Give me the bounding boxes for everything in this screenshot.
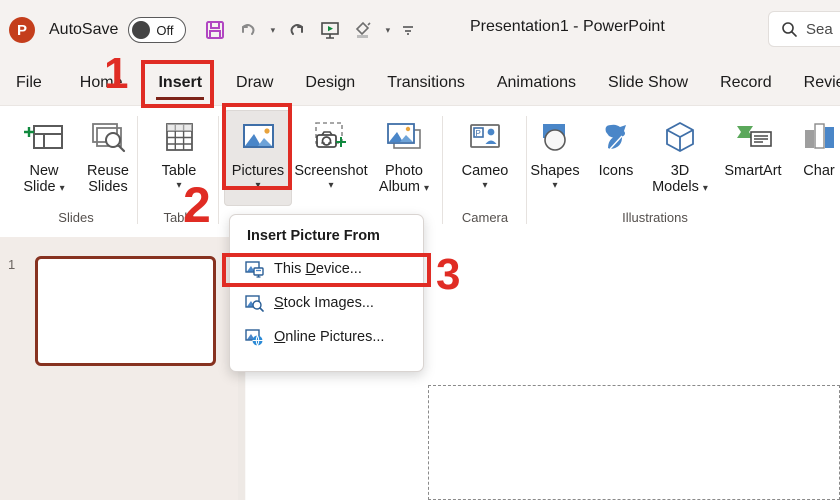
icons-button[interactable]: Icons (587, 110, 645, 206)
chevron-down-icon[interactable]: ▾ (60, 183, 65, 194)
tab-draw[interactable]: Draw (223, 60, 286, 105)
chevron-down-icon[interactable]: ▾ (424, 183, 429, 194)
online-pictures-icon (244, 327, 264, 347)
screenshot-label: Screenshot (294, 163, 368, 179)
this-device-icon (244, 259, 264, 279)
tab-insert[interactable]: Insert (145, 60, 215, 105)
table-icon (159, 115, 199, 161)
menu-item-online-pictures[interactable]: Online Pictures... (230, 320, 423, 354)
photo-album-label-line1: Photo (385, 163, 423, 179)
menu-item-stock-images[interactable]: Stock Images... (230, 286, 423, 320)
shapes-icon (533, 115, 577, 161)
menu-item-online-pictures-label: Online Pictures... (274, 329, 385, 345)
tab-review[interactable]: Review (791, 60, 840, 105)
undo-icon[interactable] (233, 15, 263, 45)
search-input[interactable]: Sea (806, 21, 833, 38)
svg-text:P: P (476, 129, 481, 138)
ribbon-group-label-slides: Slides (58, 210, 94, 225)
pictures-label: Pictures (231, 163, 285, 179)
screenshot-icon (306, 115, 356, 161)
autosave-toggle-knob (132, 21, 151, 39)
pictures-icon (236, 115, 280, 161)
ribbon-separator (137, 116, 138, 224)
cameo-icon: P (463, 115, 507, 161)
chevron-down-icon[interactable]: ▾ (482, 179, 487, 192)
chevron-down-icon[interactable]: ▾ (328, 179, 333, 192)
tab-transitions[interactable]: Transitions (374, 60, 478, 105)
menu-item-stock-images-label: Stock Images... (274, 295, 374, 311)
ribbon-separator (218, 116, 219, 224)
menu-item-this-device-label: This Device... (274, 261, 362, 277)
annotation-step-2: 2 (183, 177, 211, 233)
reuse-slides-label-line2: Slides (88, 179, 128, 195)
pictures-button[interactable]: Pictures ▾ (224, 110, 292, 206)
search-box[interactable]: Sea (768, 11, 840, 47)
format-painter-dropdown-caret-icon[interactable]: ▾ (381, 15, 394, 45)
powerpoint-window: P AutoSave Off ▾ ▾ Presentation1 - Power… (0, 0, 840, 500)
chevron-down-icon[interactable]: ▾ (703, 183, 708, 194)
annotation-step-1: 1 (104, 49, 129, 98)
autosave-state-label: Off (156, 22, 174, 38)
ribbon-group-slides: New Slide ▾ Reuse Slides Slides (2, 106, 150, 238)
start-presentation-icon[interactable] (315, 15, 345, 45)
autosave-label: AutoSave (49, 21, 119, 38)
photo-album-icon (380, 115, 428, 161)
slide-content-placeholder[interactable] (428, 385, 840, 500)
tab-record[interactable]: Record (707, 60, 785, 105)
format-painter-icon[interactable] (348, 15, 378, 45)
powerpoint-logo-icon: P (9, 17, 35, 43)
icons-label: Icons (598, 163, 634, 179)
annotation-step-3: 3 (436, 250, 461, 299)
screenshot-button[interactable]: Screenshot ▾ (292, 110, 370, 206)
3d-models-label-line2: Models ▾ (652, 179, 708, 195)
slide-thumbnail-1[interactable] (35, 256, 216, 366)
ribbon-group-illustrations: Shapes ▾ Icons 3D Models ▾ SmartArt Char… (530, 106, 840, 238)
insert-picture-from-menu: Insert Picture From This Device... Stock… (229, 214, 424, 372)
stock-images-icon (244, 293, 264, 313)
menu-item-this-device[interactable]: This Device... (230, 252, 423, 286)
shapes-button[interactable]: Shapes ▾ (523, 110, 587, 206)
3d-models-button[interactable]: 3D Models ▾ (645, 110, 715, 206)
tab-design[interactable]: Design (292, 60, 368, 105)
undo-dropdown-caret-icon[interactable]: ▾ (266, 15, 279, 45)
autosave-toggle[interactable]: Off (128, 17, 187, 43)
ribbon-group-label-illustrations: Illustrations (622, 210, 688, 225)
3d-models-label-line1: 3D (670, 163, 690, 179)
cameo-button[interactable]: P Cameo ▾ (453, 110, 517, 206)
search-icon (782, 21, 797, 37)
shapes-label: Shapes (530, 163, 580, 179)
reuse-slides-icon (86, 115, 130, 161)
tab-animations[interactable]: Animations (484, 60, 589, 105)
chart-button[interactable]: Char (791, 110, 840, 206)
chevron-down-icon[interactable]: ▾ (552, 179, 557, 192)
new-slide-button[interactable]: New Slide ▾ (12, 110, 76, 206)
chart-icon (797, 115, 840, 161)
reuse-slides-button[interactable]: Reuse Slides (76, 110, 140, 206)
chevron-down-icon[interactable]: ▾ (255, 179, 260, 192)
ribbon-separator (442, 116, 443, 224)
quick-access-toolbar: ▾ ▾ (200, 15, 419, 45)
smartart-label: SmartArt (724, 163, 782, 179)
save-icon[interactable] (200, 15, 230, 45)
redo-icon[interactable] (282, 15, 312, 45)
new-slide-icon (22, 115, 66, 161)
slide-number-label: 1 (8, 257, 16, 272)
cameo-label: Cameo (461, 163, 509, 179)
new-slide-label-line2: Slide ▾ (23, 179, 65, 195)
3d-models-icon (658, 115, 702, 161)
chevron-down-icon[interactable]: ▾ (176, 179, 181, 192)
menu-title: Insert Picture From (247, 228, 380, 244)
smartart-button[interactable]: SmartArt (715, 110, 791, 206)
reuse-slides-label-line1: Reuse (87, 163, 129, 179)
new-slide-label-line1: New (29, 163, 59, 179)
icons-icon (594, 115, 638, 161)
tab-slide-show[interactable]: Slide Show (595, 60, 701, 105)
smartart-icon (729, 115, 777, 161)
customize-quick-access-toolbar-icon[interactable] (397, 15, 419, 45)
document-title: Presentation1 - PowerPoint (470, 18, 665, 35)
photo-album-label-line2: Album ▾ (378, 179, 430, 195)
photo-album-button[interactable]: Photo Album ▾ (370, 110, 438, 206)
tab-file[interactable]: File (0, 60, 55, 105)
chart-label: Char (803, 163, 835, 179)
